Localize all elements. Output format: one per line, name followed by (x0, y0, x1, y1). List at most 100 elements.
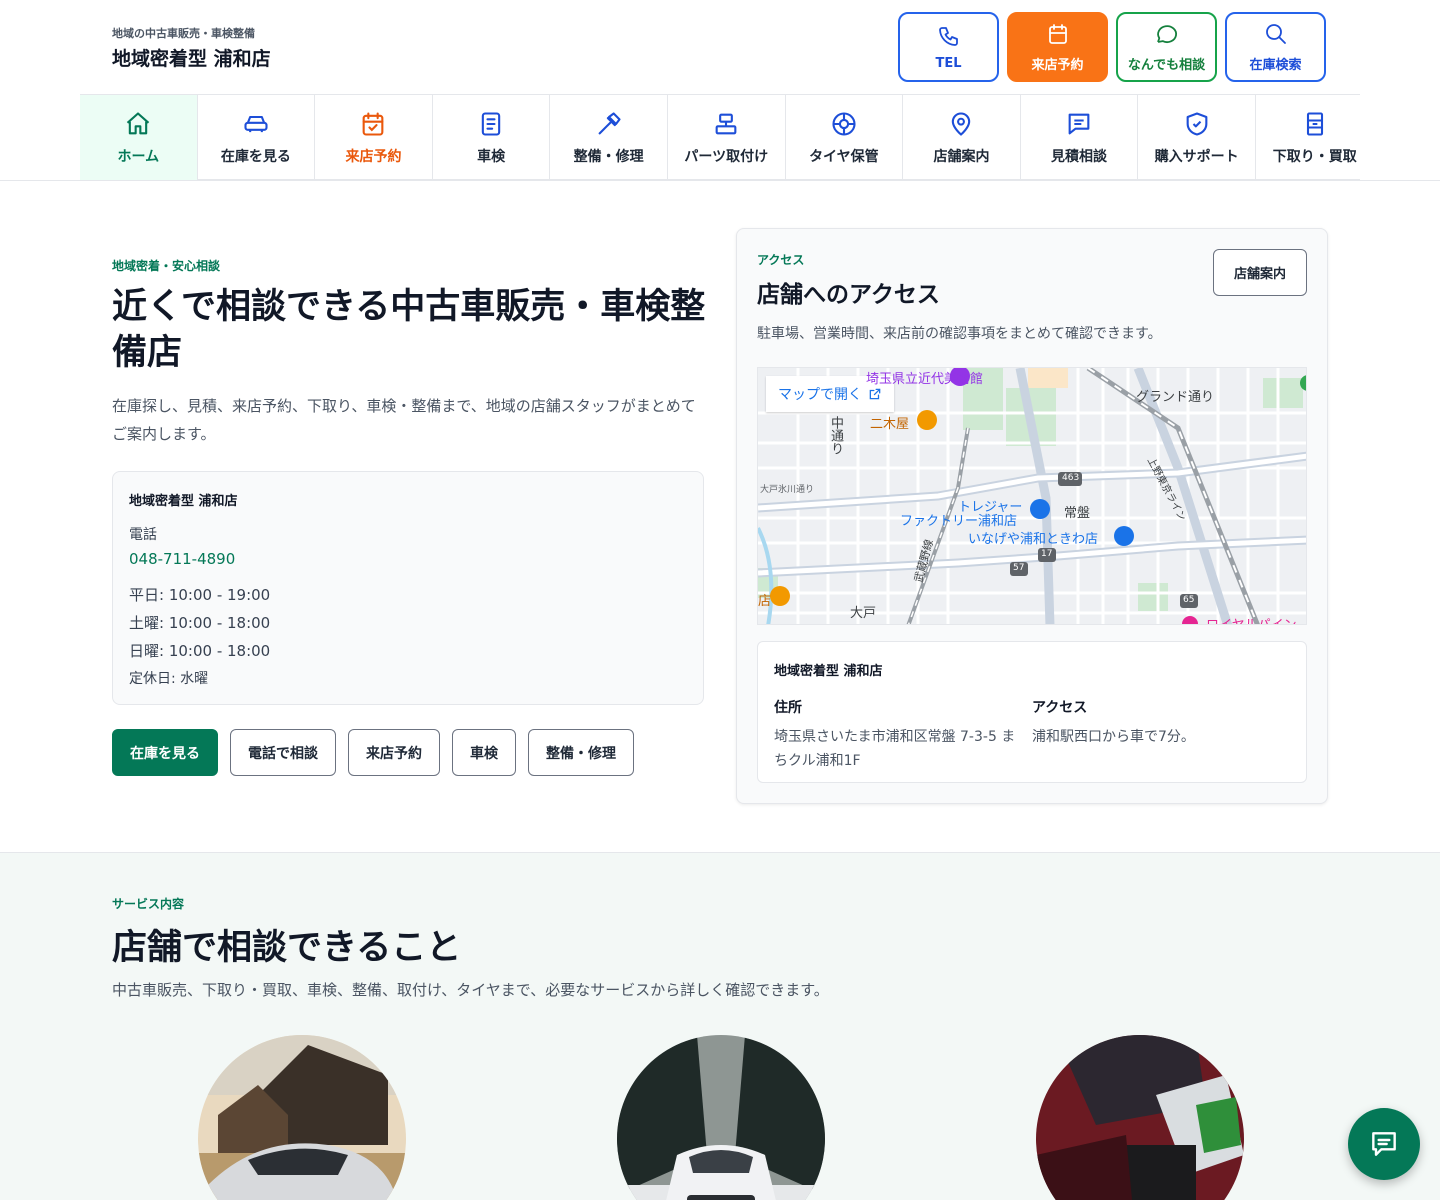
service-image-sales[interactable] (198, 1035, 406, 1200)
access-description: 駐車場、営業時間、来店前の確認事項をまとめて確認できます。 (757, 326, 1162, 342)
phone-link[interactable]: 048-711-4890 (129, 550, 687, 568)
nav-label: パーツ取付け (684, 148, 769, 165)
map-label-nakado: 中通り (828, 416, 843, 455)
map-route-57: 57 (1013, 563, 1025, 573)
header-actions: TEL 来店予約 なんでも相談 在庫検索 (898, 12, 1326, 82)
nav-item-estimate[interactable]: 見積相談 (1021, 95, 1139, 180)
nav-label: 整備・修理 (573, 148, 644, 165)
reserve-button-label: 来店予約 (1031, 57, 1084, 73)
parts-icon (715, 113, 737, 134)
map-label-museum: 埼玉県立近代美術館 (866, 372, 984, 387)
store-summary-name: 地域密着型 浦和店 (774, 664, 883, 679)
nav-item-repair[interactable]: 整備・修理 (550, 95, 668, 180)
brand-store-name[interactable]: 地域密着型 浦和店 (112, 44, 271, 71)
phone-label: 電話 (129, 527, 157, 543)
access-card: アクセス 店舗へのアクセス 店舗案内 駐車場、営業時間、来店前の確認事項をまとめ… (736, 228, 1328, 804)
visit-reserve-button[interactable]: 来店予約 (348, 729, 440, 776)
closed-day: 定休日: 水曜 (129, 671, 209, 687)
nav-label: ホーム (117, 148, 160, 165)
nav-label: 来店予約 (345, 148, 402, 165)
search-icon (1265, 23, 1286, 44)
nav-label: 見積相談 (1051, 148, 1108, 165)
nav-label: 車検 (477, 148, 506, 165)
brand-tagline: 地域の中古車販売・車検整備 (112, 27, 255, 40)
map-route-65: 65 (1183, 595, 1195, 605)
car-icon (244, 115, 268, 132)
external-link-icon (869, 388, 881, 400)
access-title: 店舗へのアクセス (757, 282, 940, 308)
business-hours: 平日: 10:00 - 19:00 土曜: 10:00 - 18:00 日曜: … (129, 581, 687, 693)
map-route-463: 463 (1062, 473, 1080, 483)
map-embed[interactable]: マップで開く 埼玉県立近代美術館 グランド通り 二木屋 中通り 大戸氷川通り ト… (757, 367, 1307, 625)
nav-label: 在庫を見る (220, 148, 291, 165)
view-stock-button[interactable]: 在庫を見る (112, 729, 218, 776)
hero-description: 在庫探し、見積、来店予約、下取り、車検・整備まで、地域の店舗スタッフがまとめてご… (112, 397, 696, 443)
service-image-tradein[interactable] (617, 1035, 825, 1200)
chat-icon (1372, 1132, 1396, 1156)
inspection-button[interactable]: 車検 (452, 729, 516, 776)
snow-suv-photo (617, 1035, 825, 1200)
nav-item-support[interactable]: 購入サポート (1138, 95, 1256, 180)
nav-label: 下取り・買取 (1272, 148, 1357, 165)
nav-item-tire[interactable]: タイヤ保管 (786, 95, 904, 180)
map-label-inageya: いなげや浦和ときわ店 (968, 532, 1099, 547)
receipt-icon (1306, 111, 1323, 136)
chat-bubble-icon (1156, 24, 1177, 43)
reserve-button[interactable]: 来店予約 (1007, 12, 1108, 82)
store-guide-button[interactable]: 店舗案内 (1213, 249, 1307, 296)
engine-oil-photo (1036, 1035, 1244, 1200)
chat-fab-button[interactable] (1348, 1108, 1420, 1180)
nav-item-stock[interactable]: 在庫を見る (198, 95, 316, 180)
consult-button[interactable]: なんでも相談 (1116, 12, 1217, 82)
site-header: 地域の中古車販売・車検整備 地域密着型 浦和店 TEL 来店予約 なんでも相談 … (0, 0, 1440, 94)
open-in-maps-label: マップで開く (778, 387, 862, 403)
tel-button-label: TEL (935, 55, 962, 71)
address-label: 住所 (774, 700, 802, 716)
hammer-icon (598, 111, 621, 134)
store-info-card: 地域密着型 浦和店 電話 048-711-4890 平日: 10:00 - 19… (112, 471, 704, 705)
sports-car-photo (198, 1035, 406, 1200)
main-nav: ホーム 在庫を見る 来店予約 車検 整備・修理 パーツ取付け タイヤ保管 店舗案… (80, 94, 1360, 180)
map-label-royal: ロイヤルパイン (1206, 614, 1297, 624)
nav-item-home[interactable]: ホーム (80, 95, 198, 180)
hours-saturday: 土曜: 10:00 - 18:00 (129, 614, 271, 632)
repair-button[interactable]: 整備・修理 (528, 729, 634, 776)
map-route-17: 17 (1041, 549, 1053, 559)
map-label-ten: 店 (758, 594, 772, 609)
map-label-grand: グランド通り (1136, 390, 1215, 405)
map-pin-icon (952, 112, 971, 136)
nav-item-store[interactable]: 店舗案内 (903, 95, 1021, 180)
services-title: 店舗で相談できること (112, 928, 462, 968)
access-value: 浦和駅西口から車で7分。 (1032, 729, 1195, 745)
map-label-tobe: 大戸氷川通り (760, 485, 815, 495)
message-icon (1068, 113, 1090, 134)
hours-weekday: 平日: 10:00 - 19:00 (129, 586, 271, 604)
consult-button-label: なんでも相談 (1127, 57, 1206, 73)
hours-sunday: 日曜: 10:00 - 18:00 (129, 642, 271, 660)
service-image-repair[interactable] (1036, 1035, 1244, 1200)
tel-button[interactable]: TEL (898, 12, 999, 82)
nav-label: 店舗案内 (933, 148, 990, 165)
access-label: アクセス (1032, 700, 1088, 716)
nav-label: タイヤ保管 (809, 148, 879, 165)
stock-search-button[interactable]: 在庫検索 (1225, 12, 1326, 82)
access-eyebrow: アクセス (757, 253, 805, 267)
nav-item-tradein[interactable]: 下取り・買取 (1256, 95, 1374, 180)
address-column: 住所 埼玉県さいたま市浦和区常盤 7-3-5 まちクル浦和1F (774, 697, 1032, 773)
store-summary-card: 地域密着型 浦和店 住所 埼玉県さいたま市浦和区常盤 7-3-5 まちクル浦和1… (757, 641, 1307, 783)
map-label-tokiwa: 常盤 (1064, 506, 1091, 521)
map-label-nikiya: 二木屋 (870, 417, 910, 432)
hero-eyebrow: 地域密着・安心相談 (112, 259, 221, 273)
nav-item-reserve[interactable]: 来店予約 (315, 95, 433, 180)
calendar-icon (1048, 23, 1067, 44)
phone-consult-button[interactable]: 電話で相談 (230, 729, 336, 776)
shield-check-icon (1186, 111, 1208, 136)
access-column: アクセス 浦和駅西口から車で7分。 (1032, 697, 1290, 773)
calendar-check-icon (363, 111, 384, 136)
address-value: 埼玉県さいたま市浦和区常盤 7-3-5 まちクル浦和1F (774, 729, 1016, 769)
hero-cta-row: 在庫を見る 電話で相談 来店予約 車検 整備・修理 (112, 729, 634, 776)
nav-item-parts[interactable]: パーツ取付け (668, 95, 786, 180)
hero-title: 近くで相談できる中古車販売・車検整備店 (112, 287, 706, 373)
nav-item-inspection[interactable]: 車検 (433, 95, 551, 180)
map-label-ohmiya: 大戸 (850, 606, 877, 621)
